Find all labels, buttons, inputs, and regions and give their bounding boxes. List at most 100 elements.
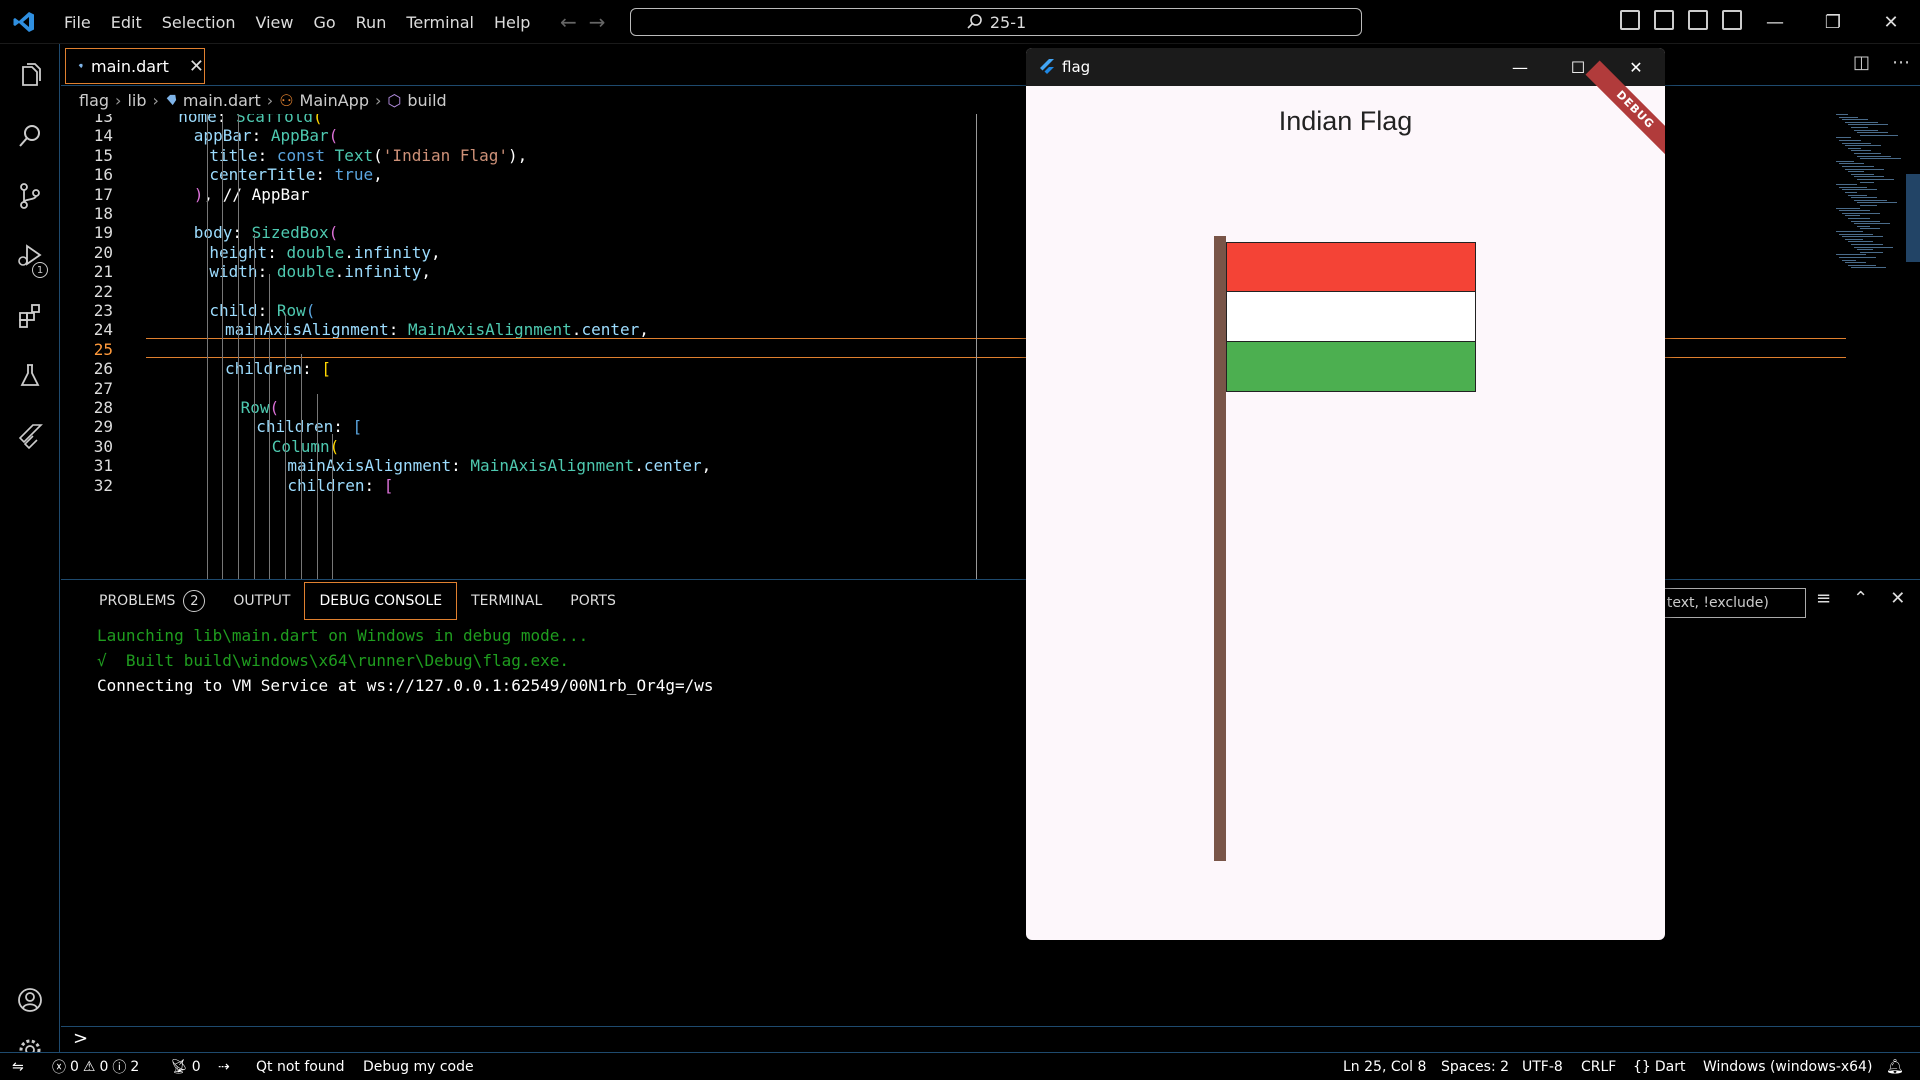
eol-status[interactable]: CRLF [1581, 1053, 1616, 1080]
error-count: 0 [70, 1059, 79, 1075]
toggle-panel-icon[interactable] [1654, 10, 1674, 30]
menu-go[interactable]: Go [303, 13, 345, 32]
minimize-icon[interactable]: — [1746, 0, 1804, 44]
ports-status[interactable]: 📡︎ 0 [170, 1053, 201, 1080]
menu-terminal[interactable]: Terminal [396, 13, 484, 32]
maximize-panel-icon[interactable]: ⌃ [1853, 588, 1868, 609]
menu-help[interactable]: Help [484, 13, 540, 32]
close-tab-icon[interactable]: ✕ [189, 56, 204, 77]
close-icon[interactable]: ✕ [1862, 0, 1920, 44]
close-panel-icon[interactable]: ✕ [1890, 588, 1905, 609]
debug-run-icon[interactable]: ⇢ [218, 1053, 230, 1080]
breadcrumb-item[interactable]: build [407, 91, 446, 110]
minimap-line [1851, 197, 1877, 199]
code-token: // AppBar [222, 184, 310, 204]
console-filter-input[interactable]: , text, !exclude) [1651, 588, 1806, 618]
activity-bar: 1 [0, 44, 60, 1061]
method-icon: ⬡ [387, 90, 402, 110]
minimap-line [1854, 153, 1881, 154]
code-token: : [251, 126, 271, 146]
breadcrumb-item[interactable]: lib [127, 91, 146, 110]
code-line: 32 children: [ [61, 474, 1161, 498]
customize-layout-icon[interactable] [1722, 10, 1742, 30]
minimap-line [1854, 223, 1890, 225]
breadcrumb-item[interactable]: MainApp [300, 91, 369, 110]
source-control-icon[interactable] [0, 166, 60, 226]
device-status[interactable]: Windows (windows-x64) [1703, 1053, 1872, 1080]
notifications-bell-icon[interactable]: 🔔︎ [1886, 1053, 1904, 1080]
chevron-right-icon: › [266, 90, 274, 110]
line-number: 32 [93, 475, 113, 495]
restore-icon[interactable]: ❐ [1804, 0, 1862, 44]
editor-scrollbar[interactable] [1906, 174, 1920, 262]
minimap-line [1845, 121, 1878, 123]
flutter-window-titlebar: flag — ☐ ✕ [1026, 48, 1665, 86]
code-token: : [232, 223, 252, 243]
testing-icon[interactable] [0, 346, 60, 406]
warning-icon: ⚠ [82, 1059, 96, 1075]
language-status[interactable]: {} Dart [1633, 1053, 1685, 1080]
tab-debug-console[interactable]: DEBUG CONSOLE [304, 582, 458, 620]
minimap-line [1854, 246, 1893, 248]
flutter-icon[interactable] [0, 406, 60, 466]
minimap-line [1839, 233, 1873, 235]
breadcrumb-item[interactable]: flag [79, 91, 109, 110]
breadcrumb-item[interactable]: main.dart [183, 91, 261, 110]
back-arrow-icon[interactable]: ← [560, 10, 577, 34]
minimize-icon[interactable]: — [1491, 48, 1549, 86]
search-icon[interactable] [0, 106, 60, 166]
menu-edit[interactable]: Edit [101, 13, 152, 32]
menu-selection[interactable]: Selection [152, 13, 246, 32]
clear-console-icon[interactable]: ≡ [1816, 588, 1831, 609]
panel-tabs: PROBLEMS 2 OUTPUT DEBUG CONSOLE TERMINAL… [61, 580, 630, 622]
minimap[interactable] [1836, 114, 1916, 294]
code-token: infinity [353, 242, 431, 262]
problems-status[interactable]: ⓧ 0 ⚠ 0 ⓘ 2 [52, 1053, 139, 1080]
code-token: ( [328, 126, 339, 146]
tab-ports[interactable]: PORTS [556, 581, 630, 621]
code-token: MainAxisAlignment [408, 320, 572, 340]
explorer-icon[interactable] [0, 46, 60, 106]
more-actions-icon[interactable]: ⋯ [1892, 52, 1910, 73]
code-token: . [634, 456, 644, 476]
encoding-status[interactable]: UTF-8 [1522, 1053, 1563, 1080]
code-token: true [334, 165, 374, 185]
console-line: Connecting to VM Service at ws://127.0.0… [97, 676, 714, 695]
run-debug-icon[interactable]: 1 [0, 226, 60, 286]
command-center[interactable]: 25-1 [630, 8, 1362, 36]
toggle-primary-sidebar-icon[interactable] [1620, 10, 1640, 30]
window-controls: — ❐ ✕ [1746, 0, 1920, 44]
tab-output[interactable]: OUTPUT [219, 581, 304, 621]
info-icon: ⓘ [112, 1060, 127, 1076]
flutter-logo-icon [1040, 59, 1054, 74]
tab-terminal[interactable]: TERMINAL [457, 581, 556, 621]
minimap-line [1839, 186, 1867, 188]
debug-repl-input[interactable]: > [61, 1026, 1920, 1052]
tab-main-dart[interactable]: main.dart ✕ [65, 48, 205, 84]
chevron-right-icon: › [115, 90, 122, 110]
remote-indicator-icon[interactable]: ⇋ [12, 1053, 24, 1080]
repl-prompt-icon: > [73, 1028, 89, 1049]
code-token: mainAxisAlignment [287, 456, 452, 476]
minimap-line [1842, 189, 1877, 191]
indentation-status[interactable]: Spaces: 2 [1441, 1053, 1509, 1080]
qt-status[interactable]: Qt not found [256, 1053, 344, 1080]
forward-arrow-icon[interactable]: → [589, 10, 606, 34]
cursor-position[interactable]: Ln 25, Col 8 [1343, 1053, 1426, 1080]
code-token: : [388, 320, 409, 340]
indent-guide [332, 434, 333, 579]
menu-file[interactable]: File [54, 13, 101, 32]
indent-guide [285, 314, 286, 579]
debug-my-code-status[interactable]: Debug my code [363, 1053, 474, 1080]
minimap-line [1860, 134, 1898, 136]
toggle-secondary-sidebar-icon[interactable] [1688, 10, 1708, 30]
code-token: ) [193, 184, 204, 204]
menu-view[interactable]: View [246, 13, 304, 32]
extensions-icon[interactable] [0, 286, 60, 346]
minimap-line [1848, 264, 1876, 266]
problems-count-badge: 2 [183, 590, 206, 612]
tab-problems[interactable]: PROBLEMS 2 [85, 581, 219, 621]
menu-run[interactable]: Run [346, 13, 397, 32]
minimap-line [1860, 158, 1901, 160]
split-editor-icon[interactable]: ◫ [1853, 52, 1870, 73]
